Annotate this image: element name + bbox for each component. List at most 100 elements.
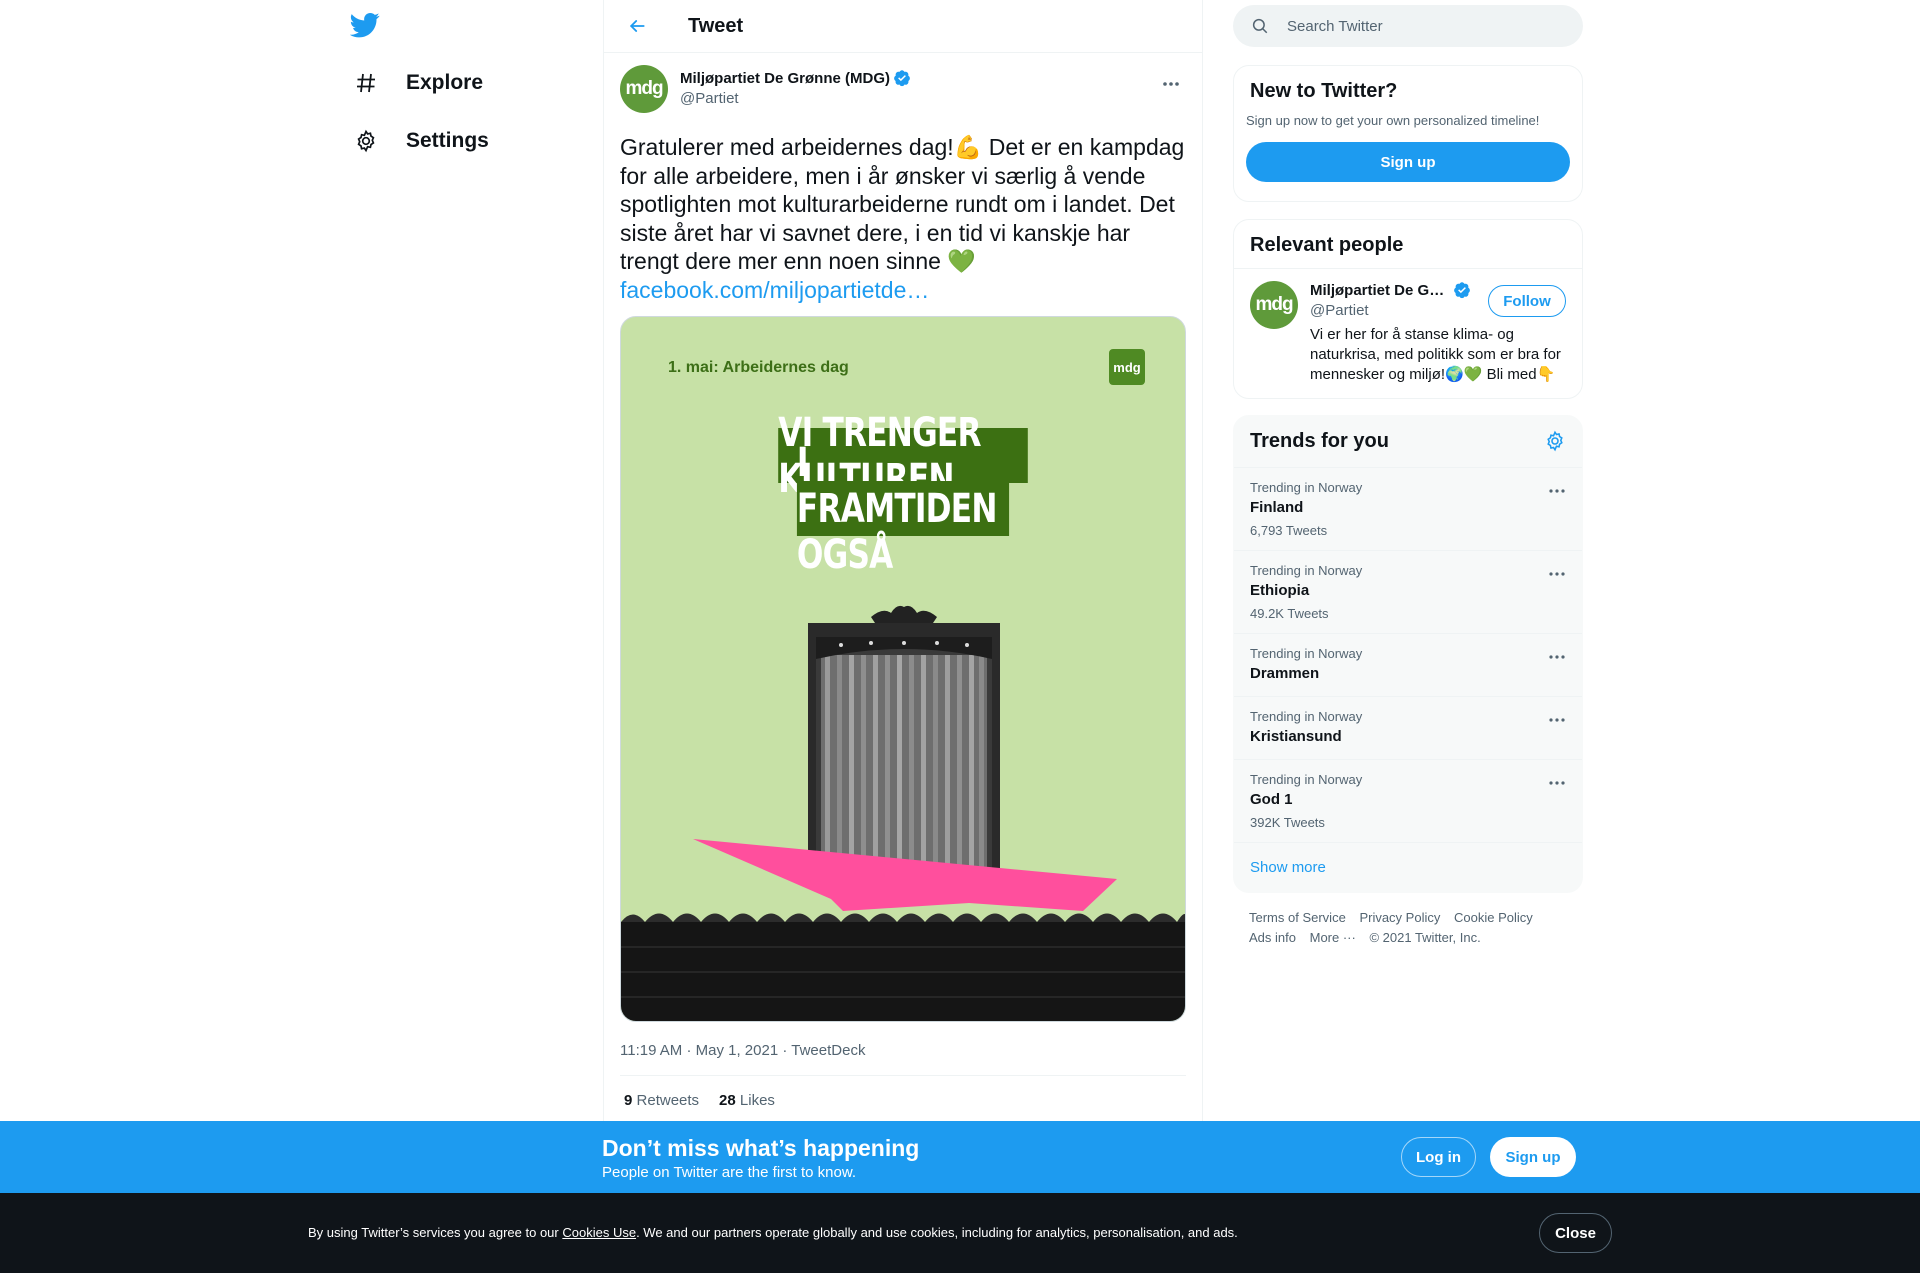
retweets-label: Retweets xyxy=(636,1092,700,1109)
more-options-icon[interactable] xyxy=(1544,709,1570,731)
tweet-link[interactable]: facebook.com/miljopartietde… xyxy=(620,276,1186,305)
copyright: © 2021 Twitter, Inc. xyxy=(1369,930,1481,945)
trend-name: God 1 xyxy=(1250,791,1293,808)
show-more-link[interactable]: Show more xyxy=(1234,842,1582,892)
tweet-source[interactable]: TweetDeck xyxy=(791,1042,865,1059)
trend-context: Trending in Norway xyxy=(1250,772,1363,787)
tweet-stats: 9 Retweets 28 Likes xyxy=(620,1076,1186,1125)
trend-name: Ethiopia xyxy=(1250,582,1310,599)
more-options-icon[interactable] xyxy=(1544,480,1570,502)
author-name[interactable]: Miljøpartiet De Grønne (MDG) xyxy=(680,70,890,87)
banner-subtitle: People on Twitter are the first to know. xyxy=(602,1164,857,1181)
meta-separator: · xyxy=(782,1042,788,1059)
tweet-header: Tweet xyxy=(604,0,1202,53)
nav-item-settings[interactable]: Settings xyxy=(350,116,489,166)
privacy-link[interactable]: Privacy Policy xyxy=(1359,908,1440,928)
verified-badge-icon xyxy=(894,70,910,87)
more-options-icon[interactable] xyxy=(1544,563,1570,585)
cookie-text: By using Twitter’s services you agree to… xyxy=(308,1225,1238,1240)
twitter-logo-icon[interactable] xyxy=(349,10,382,42)
cookies-use-link[interactable]: Cookies Use xyxy=(562,1225,636,1240)
tweet: mdg Miljøpartiet De Grønne (MDG) @Partie… xyxy=(604,53,1202,1125)
trend-item[interactable]: Trending in Norway Finland 6,793 Tweets xyxy=(1234,467,1582,550)
more-link[interactable]: More ··· xyxy=(1310,928,1356,948)
trend-name: Drammen xyxy=(1250,665,1320,682)
avatar[interactable]: mdg xyxy=(1250,281,1298,329)
signup-banner: Don’t miss what’s happening People on Tw… xyxy=(0,1121,1920,1193)
relevant-people-title: Relevant people xyxy=(1250,234,1404,256)
trend-context: Trending in Norway xyxy=(1250,646,1363,661)
more-options-icon[interactable] xyxy=(1544,772,1570,794)
search-box[interactable] xyxy=(1233,5,1583,47)
main-column: Tweet mdg Miljøpartiet De Grønne (MDG) @… xyxy=(603,0,1203,1273)
nav-item-explore[interactable]: Explore xyxy=(350,58,483,108)
relevant-person-name-row[interactable]: Miljøpartiet De Gr… xyxy=(1310,281,1478,299)
author-handle[interactable]: @Partiet xyxy=(680,90,911,107)
relevant-person-bio: Vi er her for å stanse klima- og naturkr… xyxy=(1310,326,1561,383)
theater-illustration xyxy=(621,605,1185,1021)
likes-count: 28 xyxy=(719,1092,736,1109)
tweet-image[interactable]: 1. mai: Arbeidernes dag mdg VI TRENGER K… xyxy=(620,316,1186,1022)
trend-context: Trending in Norway xyxy=(1250,563,1363,578)
new-to-twitter-card: New to Twitter? Sign up now to get your … xyxy=(1233,65,1583,202)
tweet-author: mdg Miljøpartiet De Grønne (MDG) @Partie… xyxy=(620,65,1186,117)
trend-item[interactable]: Trending in Norway Drammen xyxy=(1234,633,1582,696)
retweets-count: 9 xyxy=(624,1092,633,1109)
hashtag-icon xyxy=(350,67,382,99)
poster-headline-line2: I FRAMTIDEN OGSÅ xyxy=(796,440,1010,578)
meta-separator: · xyxy=(686,1042,692,1059)
login-button[interactable]: Log in xyxy=(1401,1137,1476,1177)
back-arrow-icon[interactable] xyxy=(620,9,654,43)
tweet-text: Gratulerer med arbeidernes dag!💪 Det er … xyxy=(620,134,1185,274)
poster-logo: mdg xyxy=(1109,349,1145,385)
footer-links: Terms of Service Privacy Policy Cookie P… xyxy=(1249,908,1579,948)
author-name-row[interactable]: Miljøpartiet De Grønne (MDG) xyxy=(680,69,911,87)
page-title: Tweet xyxy=(688,14,744,37)
search-input[interactable] xyxy=(1287,17,1567,35)
trend-context: Trending in Norway xyxy=(1250,709,1363,724)
nav-label-explore: Explore xyxy=(406,71,484,94)
cookie-text-before: By using Twitter’s services you agree to… xyxy=(308,1225,563,1240)
more-options-icon[interactable] xyxy=(1154,67,1188,101)
avatar[interactable]: mdg xyxy=(620,65,668,113)
trend-item[interactable]: Trending in Norway God 1 392K Tweets xyxy=(1234,759,1582,842)
trend-item[interactable]: Trending in Norway Kristiansund xyxy=(1234,696,1582,759)
terms-link[interactable]: Terms of Service xyxy=(1249,908,1346,928)
tweet-meta: 11:19 AM · May 1, 2021 · TweetDeck xyxy=(620,1042,1186,1076)
trend-count: 392K Tweets xyxy=(1250,815,1325,830)
relevant-people-card: Relevant people mdg Miljøpartiet De Gr… … xyxy=(1233,219,1583,399)
settings-gear-icon[interactable] xyxy=(1544,430,1566,452)
trends-title: Trends for you xyxy=(1250,430,1389,452)
new-to-twitter-subtitle: Sign up now to get your own personalized… xyxy=(1246,113,1540,128)
banner-title: Don’t miss what’s happening xyxy=(602,1135,920,1161)
cookie-text-after: . We and our partners operate globally a… xyxy=(636,1225,1238,1240)
follow-button[interactable]: Follow xyxy=(1488,285,1566,317)
search-icon xyxy=(1252,18,1268,34)
likes-label: Likes xyxy=(739,1092,775,1109)
more-options-icon[interactable] xyxy=(1544,646,1570,668)
divider xyxy=(1234,268,1582,269)
cookie-bar: By using Twitter’s services you agree to… xyxy=(0,1193,1920,1273)
trend-name: Finland xyxy=(1250,499,1304,516)
poster-subtitle: 1. mai: Arbeidernes dag xyxy=(668,359,849,376)
cookie-close-button[interactable]: Close xyxy=(1539,1213,1612,1253)
trend-name: Kristiansund xyxy=(1250,728,1342,745)
new-to-twitter-title: New to Twitter? xyxy=(1250,80,1398,102)
tweet-date[interactable]: May 1, 2021 xyxy=(696,1042,779,1059)
sidebar-signup-button[interactable]: Sign up xyxy=(1246,142,1570,182)
tweet-time[interactable]: 11:19 AM xyxy=(620,1042,682,1059)
trends-card: Trends for you Trending in Norway Finlan… xyxy=(1233,415,1583,893)
trend-context: Trending in Norway xyxy=(1250,480,1363,495)
likes-stat[interactable]: 28 Likes xyxy=(719,1092,775,1109)
gear-icon xyxy=(350,125,382,157)
trend-item[interactable]: Trending in Norway Ethiopia 49.2K Tweets xyxy=(1234,550,1582,633)
retweets-stat[interactable]: 9 Retweets xyxy=(624,1092,699,1109)
trend-count: 49.2K Tweets xyxy=(1250,606,1329,621)
ads-info-link[interactable]: Ads info xyxy=(1249,928,1296,948)
nav-label-settings: Settings xyxy=(406,129,489,152)
trend-count: 6,793 Tweets xyxy=(1250,523,1328,538)
relevant-person-name: Miljøpartiet De Gr… xyxy=(1310,281,1450,299)
verified-badge-icon xyxy=(1454,282,1470,299)
cookie-policy-link[interactable]: Cookie Policy xyxy=(1454,908,1533,928)
signup-button[interactable]: Sign up xyxy=(1490,1137,1576,1177)
